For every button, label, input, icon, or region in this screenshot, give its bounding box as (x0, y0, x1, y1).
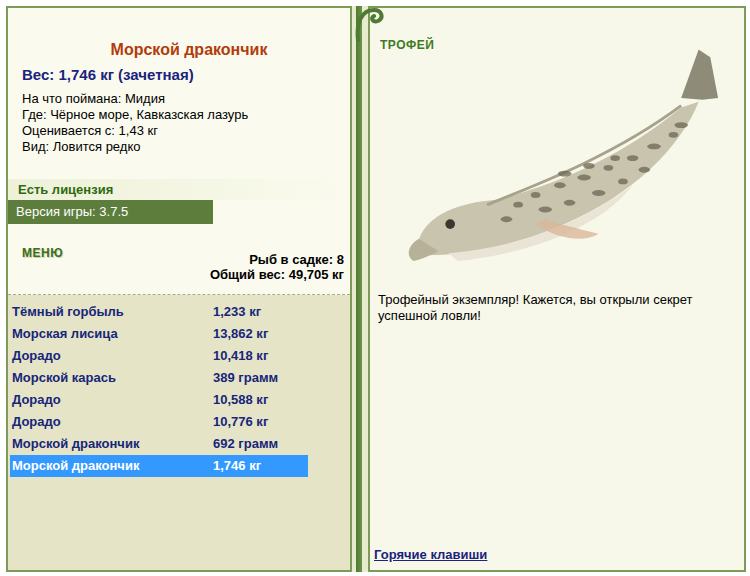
license-label: Есть лицензия (8, 179, 350, 201)
trophy-panel: ТРОФЕЙ Трофейный экземпляр! Кажется, вы о… (368, 6, 746, 572)
catch-name: Морской дракончик (12, 434, 213, 454)
menu-button[interactable]: МЕНЮ (8, 224, 63, 282)
fish-icon (390, 36, 720, 286)
catch-row[interactable]: Морской дракончик692 грамм (10, 433, 308, 455)
catch-name: Морская лисица (12, 324, 213, 344)
detail-line: Оценивается с: 1,43 кг (22, 123, 350, 139)
cage-total: Общий вес: 49,705 кг (210, 267, 344, 282)
menu-row: МЕНЮ Рыб в садке: 8Общий вес: 49,705 кг (8, 224, 350, 282)
catch-weight: 13,862 кг (213, 324, 268, 344)
hotkeys-link[interactable]: Горячие клавиши (370, 545, 744, 571)
catch-name: Дорадо (12, 390, 213, 410)
trophy-message: Трофейный экземпляр! Кажется, вы открыли… (370, 286, 744, 545)
catch-weight: 1,746 кг (213, 456, 261, 476)
detail-line: На что поймана: Мидия (22, 91, 350, 107)
cage-count: Рыб в садке: 8 (210, 252, 344, 267)
catch-name: Тёмный горбыль (12, 302, 213, 322)
fish-name: Морской дракончик (8, 8, 350, 62)
info-panel: Морской дракончикВес: 1,746 кг (зачетная… (6, 6, 352, 572)
catch-weight: 1,233 кг (213, 302, 261, 322)
catch-row[interactable]: Морской дракончик1,746 кг (10, 455, 308, 477)
catch-weight: 10,776 кг (213, 412, 268, 432)
catch-name: Дорадо (12, 346, 213, 366)
catch-weight: 10,588 кг (213, 390, 268, 410)
catch-row[interactable]: Морской карась389 грамм (10, 367, 308, 389)
fish-weight: Вес: 1,746 кг (зачетная) (8, 64, 350, 87)
version-bar: Версия игры: 3.7.5 (8, 200, 213, 224)
catch-list: Тёмный горбыль1,233 кгМорская лисица13,8… (8, 295, 350, 571)
panel-divider (352, 6, 368, 572)
fish-picture (370, 36, 744, 286)
detail-line: Где: Чёрное море, Кавказская лазурь (22, 107, 350, 123)
catch-name: Морской карась (12, 368, 213, 388)
catch-row[interactable]: Морская лисица13,862 кг (10, 323, 308, 345)
catch-name: Дорадо (12, 412, 213, 432)
trophy-label: ТРОФЕЙ (370, 8, 744, 54)
catch-row[interactable]: Дорадо10,418 кг (10, 345, 308, 367)
ornament-icon (350, 2, 390, 42)
catch-name: Морской дракончик (12, 456, 213, 476)
catch-row[interactable]: Тёмный горбыль1,233 кг (10, 301, 308, 323)
cage-info: Рыб в садке: 8Общий вес: 49,705 кг (210, 224, 350, 282)
catch-row[interactable]: Дорадо10,588 кг (10, 389, 308, 411)
fish-info: Морской дракончикВес: 1,746 кг (зачетная… (8, 8, 350, 295)
catch-weight: 389 грамм (213, 368, 278, 388)
fish-details: На что поймана: МидияГде: Чёрное море, К… (8, 91, 350, 155)
catch-weight: 692 грамм (213, 434, 278, 454)
detail-line: Вид: Ловится редко (22, 139, 350, 155)
catch-row[interactable]: Дорадо10,776 кг (10, 411, 308, 433)
catch-weight: 10,418 кг (213, 346, 268, 366)
